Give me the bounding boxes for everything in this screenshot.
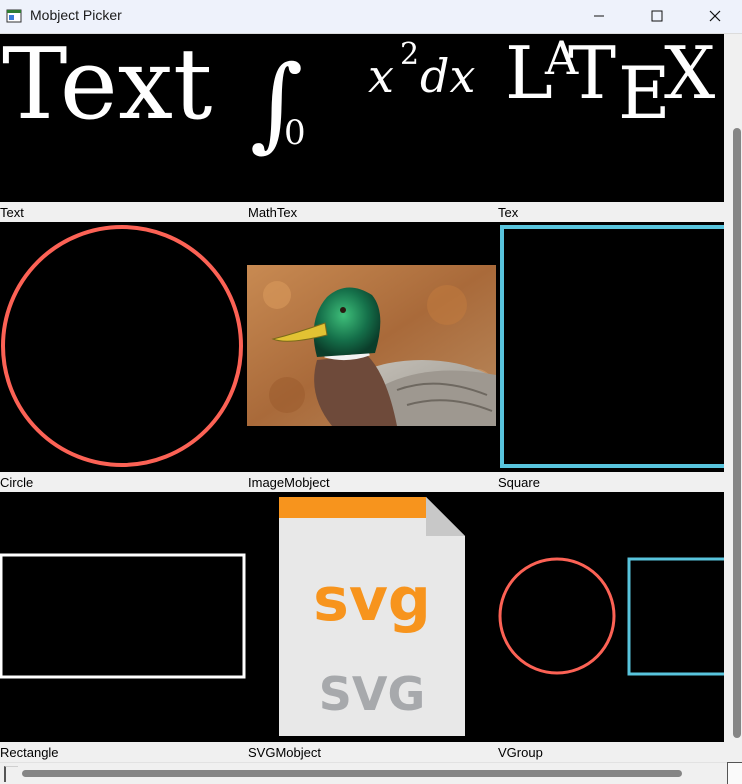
- resize-grip[interactable]: [727, 762, 742, 784]
- svg-file-icon: svg SVG: [279, 497, 465, 736]
- app-window-icon: [6, 9, 22, 23]
- square-shape: [500, 225, 724, 468]
- vgroup-circle: [498, 557, 616, 675]
- duck-photo: [247, 265, 496, 426]
- row-3-samples: svg SVG: [0, 497, 724, 736]
- title-bar: Mobject Picker: [0, 0, 742, 34]
- caption-vgroup[interactable]: VGroup: [498, 745, 543, 760]
- caption-circle[interactable]: Circle: [0, 475, 33, 491]
- scrollbar-left-edge: [4, 766, 18, 782]
- svg-gray-label: SVG: [319, 667, 426, 721]
- tex-sample-t: T: [568, 34, 616, 115]
- maximize-icon: [651, 10, 663, 22]
- preview-row-3[interactable]: svg SVG: [0, 492, 724, 742]
- minimize-button[interactable]: [570, 0, 628, 32]
- svg-orange-label: svg: [313, 565, 431, 635]
- circle-shape: [1, 225, 243, 467]
- horizontal-scroll-thumb[interactable]: [22, 770, 682, 777]
- vgroup-square: [627, 557, 724, 676]
- tex-sample-e: E: [618, 51, 671, 135]
- mathtex-exponent: 2: [400, 37, 419, 72]
- close-button[interactable]: [686, 0, 742, 32]
- tex-sample-x: X: [664, 34, 715, 115]
- preview-row-1[interactable]: Text ∫ 0 x 2 dx L A T E X: [0, 34, 724, 202]
- caption-mathtex[interactable]: MathTex: [248, 205, 297, 221]
- caption-svgmobject[interactable]: SVGMobject: [248, 745, 321, 760]
- maximize-button[interactable]: [628, 0, 686, 32]
- mobject-grid: Text ∫ 0 x 2 dx L A T E X Text MathTex T…: [0, 34, 724, 760]
- caption-imagemobject[interactable]: ImageMobject: [248, 475, 330, 491]
- text-sample: Text: [2, 34, 212, 142]
- caption-text[interactable]: Text: [0, 205, 24, 221]
- mathtex-lower-limit: 0: [284, 113, 306, 153]
- caption-tex[interactable]: Tex: [498, 205, 518, 221]
- mathtex-x: x: [368, 49, 394, 103]
- vertical-scroll-thumb[interactable]: [733, 128, 741, 738]
- window-title: Mobject Picker: [30, 7, 122, 23]
- rectangle-shape: [0, 553, 246, 679]
- minimize-icon: [594, 15, 604, 17]
- row-1-samples: Text ∫ 0 x 2 dx L A T E X: [2, 34, 715, 163]
- preview-row-2[interactable]: [0, 222, 724, 472]
- mathtex-dx: dx: [420, 49, 475, 103]
- caption-square[interactable]: Square: [498, 475, 540, 491]
- caption-rectangle[interactable]: Rectangle: [0, 745, 59, 760]
- close-icon: [709, 10, 721, 22]
